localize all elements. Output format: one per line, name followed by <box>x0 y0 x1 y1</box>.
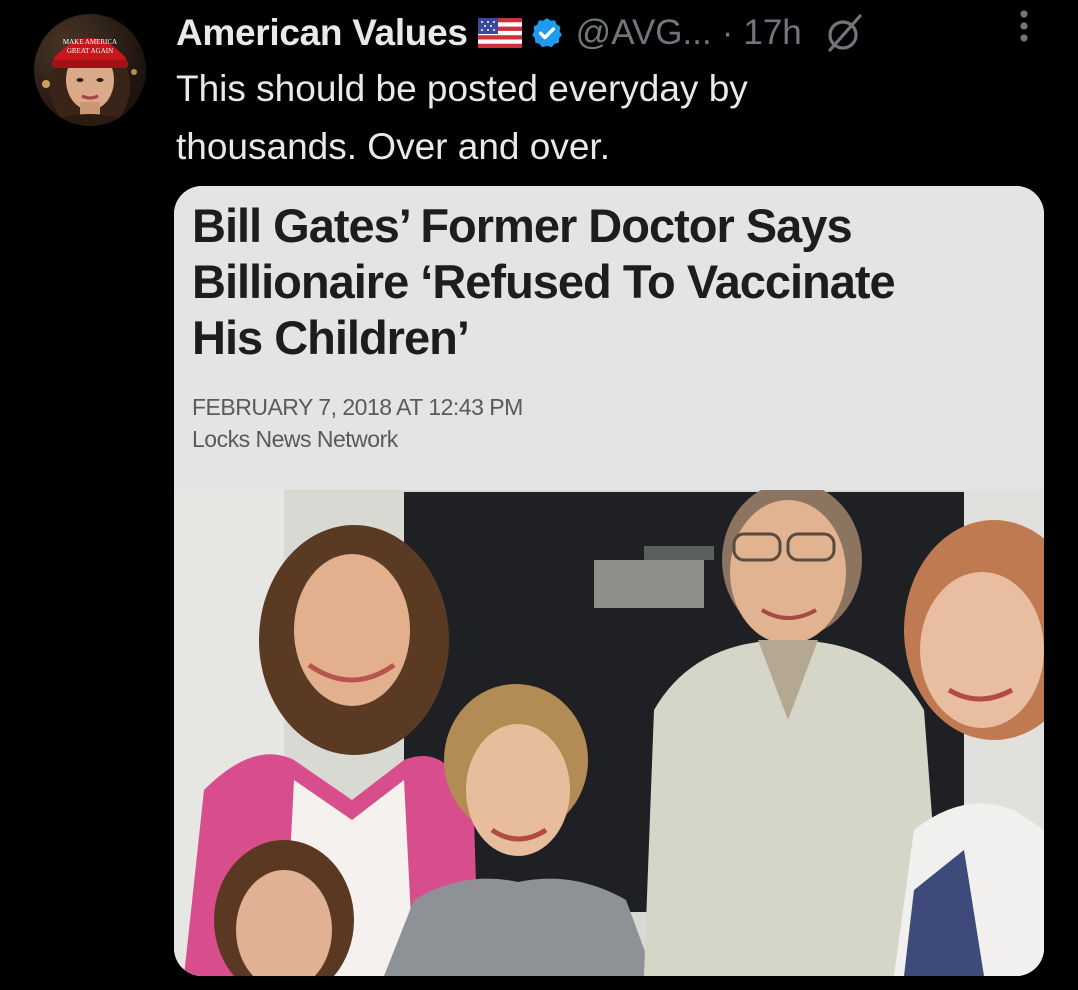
tweet-header: American Values @AVG... · 17h <box>176 8 1078 58</box>
author-handle[interactable]: @AVG... <box>576 13 712 53</box>
headline-line: Billionaire ‘Refused To Vaccinate <box>192 255 896 308</box>
svg-text:MAKE AMERICA: MAKE AMERICA <box>63 38 117 46</box>
separator-dot: · <box>721 13 734 52</box>
tweet-text-line: This should be posted everyday by <box>176 68 748 109</box>
article-source: Locks News Network <box>192 426 398 452</box>
grok-icon[interactable] <box>822 10 868 56</box>
tweet-text-line: thousands. Over and over. <box>176 126 610 167</box>
verified-badge-icon[interactable] <box>530 16 564 50</box>
article-header: Bill Gates’ Former Doctor Says Billionai… <box>174 186 1044 492</box>
author-display-name[interactable]: American Values <box>176 12 468 54</box>
article-headline: Bill Gates’ Former Doctor Says Billionai… <box>192 198 1032 366</box>
family-photo <box>174 490 1044 976</box>
more-options-icon[interactable] <box>1006 4 1042 48</box>
headline-line: Bill Gates’ Former Doctor Says <box>192 199 853 252</box>
tweet-timestamp[interactable]: 17h <box>743 13 801 53</box>
article-dateline: FEBRUARY 7, 2018 AT 12:43 PM <box>192 394 523 420</box>
tweet-text: This should be posted everyday by thousa… <box>176 60 936 176</box>
tweet-media-image[interactable]: Bill Gates’ Former Doctor Says Billionai… <box>174 186 1044 976</box>
headline-line: His Children’ <box>192 311 470 364</box>
us-flag-icon <box>477 18 522 48</box>
avatar[interactable]: MAKE AMERICA GREAT AGAIN <box>34 14 146 126</box>
svg-text:GREAT AGAIN: GREAT AGAIN <box>67 47 113 55</box>
